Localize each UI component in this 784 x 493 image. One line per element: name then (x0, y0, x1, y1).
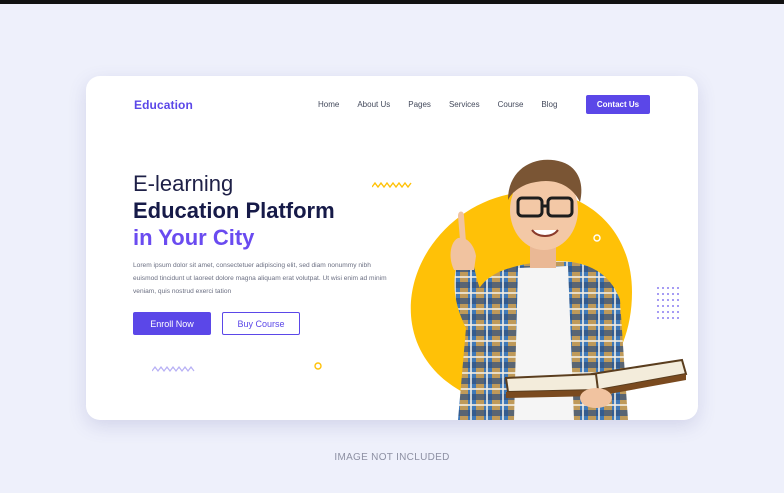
nav-home[interactable]: Home (318, 100, 339, 109)
circle-decoration (314, 362, 322, 370)
top-border (0, 0, 784, 4)
main-nav: Home About Us Pages Services Course Blog (318, 100, 575, 109)
contact-button[interactable]: Contact Us (586, 95, 650, 114)
hero-heading: E-learning Education Platform in Your Ci… (133, 170, 335, 251)
nav-blog[interactable]: Blog (541, 100, 557, 109)
hero-line-1: E-learning (133, 171, 234, 196)
zigzag-decoration-bottom (152, 366, 195, 372)
nav-about-us[interactable]: About Us (357, 100, 390, 109)
image-caption: IMAGE NOT INCLUDED (334, 452, 450, 463)
hero-line-3: in Your City (133, 225, 255, 250)
nav-pages[interactable]: Pages (408, 100, 431, 109)
student-illustration (450, 159, 688, 420)
nav-services[interactable]: Services (449, 100, 480, 109)
hero-line-2: Education Platform (133, 198, 335, 223)
enroll-now-button[interactable]: Enroll Now (133, 312, 211, 335)
hero-description: Lorem ipsum dolor sit amet, consectetuer… (133, 262, 387, 295)
nav-course[interactable]: Course (498, 100, 524, 109)
buy-course-button[interactable]: Buy Course (222, 312, 300, 335)
brand-logo[interactable]: Education (134, 98, 193, 112)
landing-card: Education Home About Us Pages Services C… (86, 76, 698, 420)
